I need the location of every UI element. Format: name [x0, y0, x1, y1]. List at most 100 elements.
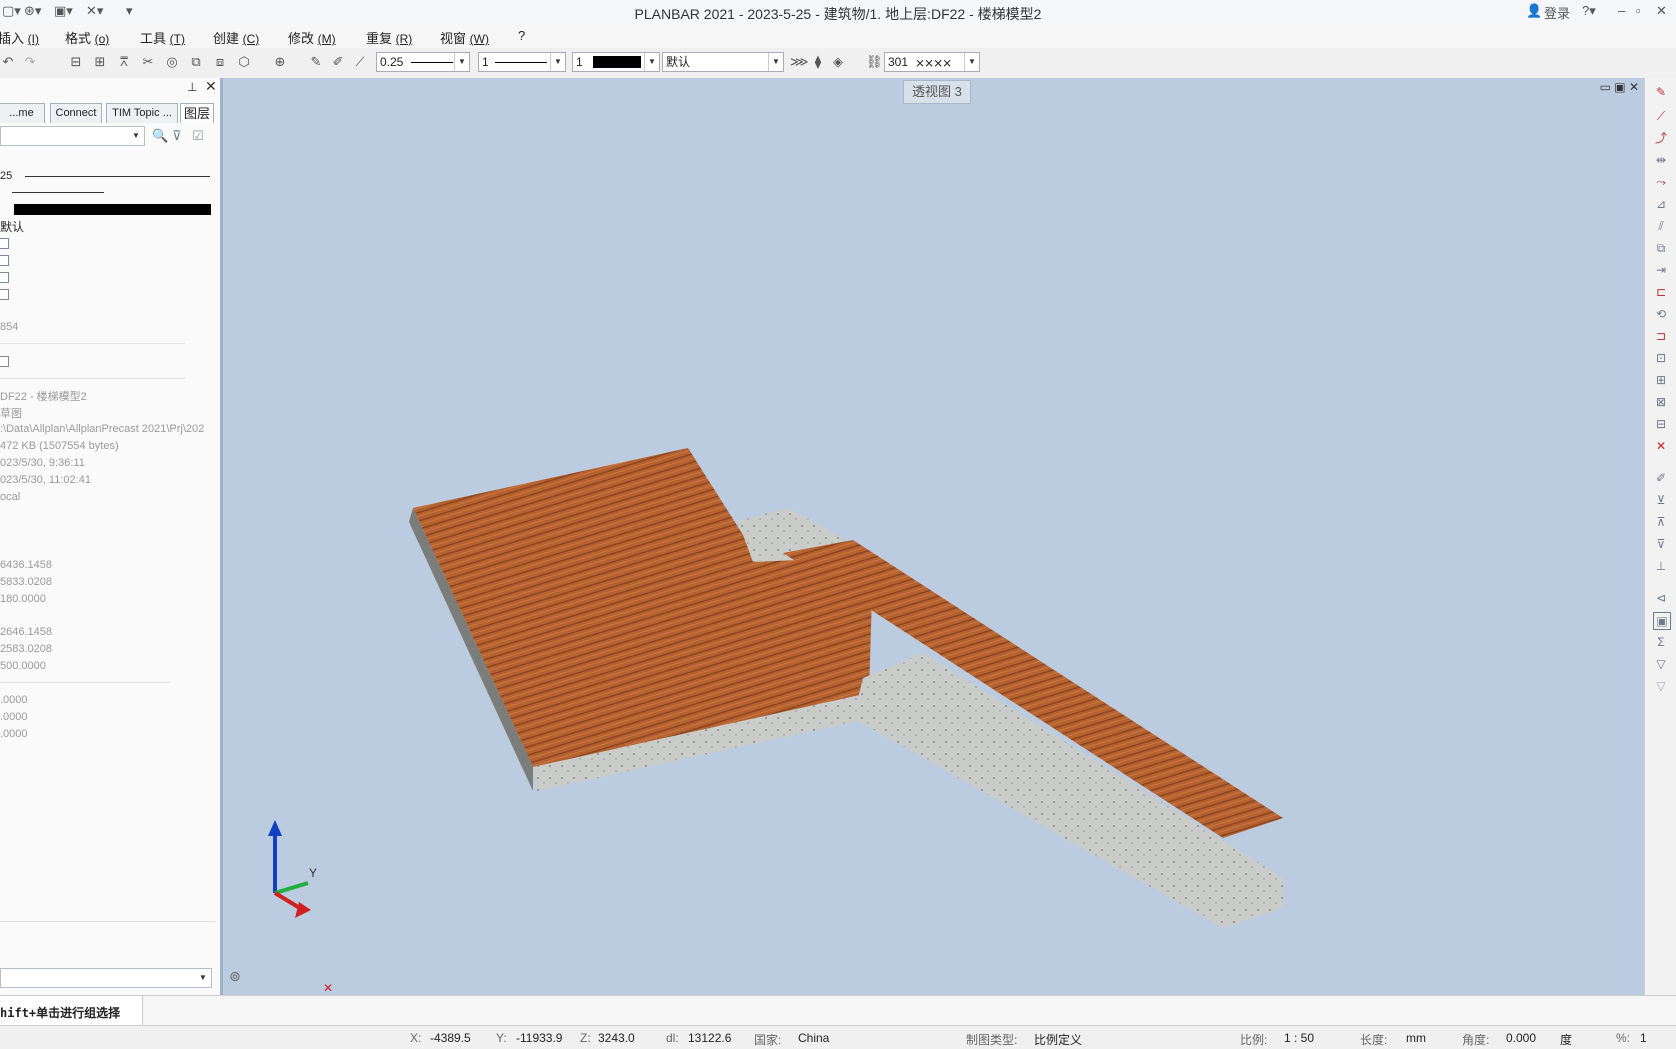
scale-icon[interactable]: ⊠	[1653, 394, 1669, 410]
check-icon[interactable]: ☑	[192, 128, 204, 144]
line-combo[interactable]: 1 ▼	[478, 52, 566, 72]
help-icon[interactable]: ?▾	[1582, 3, 1596, 19]
cut-icon[interactable]: ✂	[140, 54, 156, 70]
mirror-icon[interactable]: ⊿	[1653, 196, 1669, 212]
menu-repeat[interactable]: 重复 (R)	[366, 28, 412, 47]
angle-value[interactable]: 0.000	[1506, 1031, 1536, 1045]
tab-layers[interactable]: 图层	[180, 103, 214, 123]
sum-icon[interactable]: Σ	[1653, 634, 1669, 650]
curve-icon[interactable]: ⤳	[1653, 174, 1669, 190]
perspective-viewport[interactable]: Y 透视图 3 ▭ ▣ ✕ ⊚ ✕	[220, 78, 1647, 995]
menu-tools[interactable]: 工具 (T)	[140, 28, 185, 47]
paste-icon[interactable]: ⧈	[212, 54, 228, 70]
filter-icon[interactable]: ⊽	[172, 128, 182, 144]
dimension-icon[interactable]: ⊞	[92, 54, 108, 70]
funnel-icon[interactable]: ▽	[1653, 656, 1669, 672]
undo-icon[interactable]: ↶	[0, 54, 16, 70]
measure-icon[interactable]: ⊟	[68, 54, 84, 70]
pin-icon[interactable]: ⊥	[187, 80, 197, 94]
layer-combo[interactable]: 默认 ▼	[662, 52, 784, 72]
chevron-down-icon[interactable]: ▼	[454, 53, 469, 71]
color-combo[interactable]: 1 ▼	[572, 52, 660, 72]
chevron-down-icon[interactable]: ▼	[768, 53, 783, 71]
menu-help[interactable]: ?	[518, 28, 525, 43]
pencil-icon[interactable]: ✎	[1653, 84, 1669, 100]
extend-icon[interactable]: ⊡	[1653, 350, 1669, 366]
checkbox[interactable]	[0, 255, 9, 266]
menu-modify[interactable]: 修改 (M)	[288, 28, 336, 47]
stretch-icon[interactable]: ⊏	[1653, 284, 1669, 300]
filter-icon[interactable]: ⊽	[1653, 536, 1669, 552]
length-unit[interactable]: mm	[1406, 1031, 1426, 1045]
filter-select[interactable]: ▼	[0, 126, 145, 146]
menu-window[interactable]: 视窗 (W)	[440, 28, 489, 47]
checkbox[interactable]	[0, 289, 9, 300]
file-type: 草图	[0, 408, 22, 420]
checkbox[interactable]	[0, 238, 9, 249]
default-label: 默认	[0, 220, 25, 234]
login-link[interactable]: 登录	[1544, 3, 1570, 22]
redo-icon[interactable]: ↷	[22, 54, 38, 70]
scale-value[interactable]: 1 : 50	[1284, 1031, 1314, 1045]
polyline-icon[interactable]: ⤴	[1653, 130, 1669, 146]
close-icon[interactable]: ✕	[1656, 3, 1667, 19]
hatch-combo[interactable]: 301 ⨯⨯⨯⨯ ▼	[884, 52, 980, 72]
user-icon[interactable]: 👤	[1526, 3, 1542, 19]
chevron-down-icon[interactable]: ▼	[644, 53, 659, 71]
chevron-down-icon[interactable]: ▼	[550, 53, 565, 71]
line-style-icon[interactable]: ✐	[330, 54, 346, 70]
funnel-off-icon[interactable]: ▽	[1653, 678, 1669, 694]
delete-icon[interactable]: ✕	[1653, 438, 1669, 454]
copy-icon[interactable]: ⧉	[1653, 240, 1669, 256]
rotate-icon[interactable]: ⟲	[1653, 306, 1669, 322]
view-icon[interactable]: ◎	[164, 54, 180, 70]
fit-icon[interactable]: ⊟	[1653, 416, 1669, 432]
close-icon[interactable]: ✕	[205, 78, 217, 95]
bottom-select[interactable]: ▼	[0, 968, 212, 988]
properties-icon[interactable]: ⊻	[1653, 492, 1669, 508]
coord-c-y: .0000	[0, 711, 28, 723]
restore-icon[interactable]: ▫	[1636, 3, 1641, 18]
tab-name-manager[interactable]: ...me Man...	[0, 103, 45, 138]
zoom-icon[interactable]: ⊕	[272, 54, 288, 70]
level-icon[interactable]: ⩞	[116, 54, 132, 70]
cube-icon[interactable]: ⬡	[236, 54, 252, 70]
layer-tool-icon[interactable]: ⋙	[790, 54, 809, 70]
view-label[interactable]: 透视图 3	[903, 80, 971, 104]
chevron-down-icon[interactable]: ▼	[196, 970, 210, 986]
drawing-type-value[interactable]: 比例定义	[1034, 1031, 1082, 1048]
trim-icon[interactable]: ⊐	[1653, 328, 1669, 344]
edit-icon[interactable]: ✐	[1653, 470, 1669, 486]
active-select-icon[interactable]: ▣	[1653, 612, 1671, 630]
move-icon[interactable]: ⇥	[1653, 262, 1669, 278]
offset-icon[interactable]: ⇹	[1653, 152, 1669, 168]
viewport-window-controls[interactable]: ▭ ▣ ✕	[1600, 80, 1639, 94]
symmetry-icon[interactable]: ⫽	[1653, 218, 1669, 234]
text-icon[interactable]: ⊥	[1653, 558, 1669, 574]
pen-style-icon[interactable]: ✎	[308, 54, 324, 70]
chevron-down-icon[interactable]: ▼	[964, 53, 979, 71]
line-icon[interactable]: ⟋	[1653, 108, 1669, 124]
menu-insert[interactable]: 插入 (I)	[0, 28, 39, 47]
layer-visible-icon[interactable]: ◈	[830, 54, 846, 70]
search-icon[interactable]: 🔍	[152, 128, 168, 144]
tab-connect[interactable]: Connect	[50, 103, 102, 123]
line-value: 1	[482, 55, 489, 69]
layer-stack-icon[interactable]: ⧫	[810, 54, 826, 70]
menu-create[interactable]: 创建 (C)	[213, 28, 259, 47]
select-icon[interactable]: ⊲	[1653, 590, 1669, 606]
copy-icon[interactable]: ⧉	[188, 54, 204, 70]
checkbox[interactable]	[0, 272, 9, 283]
minimize-icon[interactable]: –	[1618, 3, 1625, 18]
join-icon[interactable]: ⊞	[1653, 372, 1669, 388]
menu-format[interactable]: 格式 (o)	[65, 28, 109, 47]
coord-b-y: 2583.0208	[0, 643, 52, 655]
chevron-down-icon[interactable]: ▼	[129, 128, 143, 144]
eyedropper-icon[interactable]: ⟋	[352, 54, 368, 70]
navigation-icon[interactable]: ⊚	[229, 968, 241, 985]
modify-icon[interactable]: ⊼	[1653, 514, 1669, 530]
hatch-tool-icon[interactable]: ⛓	[866, 54, 883, 70]
tab-tim-topic[interactable]: TIM Topic ...	[106, 103, 178, 123]
checkbox[interactable]	[0, 356, 9, 367]
pen-combo[interactable]: 0.25 ▼	[376, 52, 470, 72]
